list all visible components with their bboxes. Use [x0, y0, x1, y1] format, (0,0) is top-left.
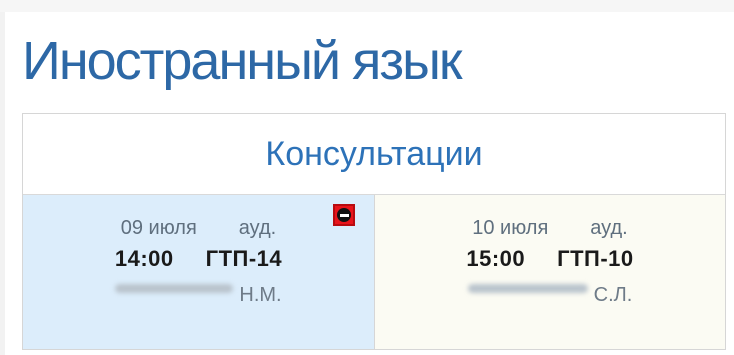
redacted-surname [115, 284, 234, 293]
minus-circle-icon [337, 208, 351, 222]
teacher-initials: Н.М. [239, 284, 282, 306]
teacher-name: Н.М. [115, 284, 282, 307]
page-title: Иностранный язык [22, 31, 463, 91]
consultations-card: Консультации 09 июля ауд. 14:00 ГТП-14 Н… [22, 113, 726, 350]
cancel-consultation-button[interactable] [333, 204, 355, 226]
redacted-surname [467, 284, 588, 293]
background-strip [0, 0, 734, 12]
consultation-time: 15:00 [466, 246, 526, 271]
consultation-slot[interactable]: 10 июля ауд. 15:00 ГТП-10 С.Л. [375, 195, 725, 349]
room-label: ауд. [238, 217, 277, 239]
consultation-date: 10 июля [472, 217, 549, 239]
consultation-room: ГТП-10 [557, 246, 634, 271]
consultation-room: ГТП-14 [205, 246, 283, 271]
consultation-slot[interactable]: 09 июля ауд. 14:00 ГТП-14 Н.М. [23, 195, 375, 349]
card-header-title: Консультации [265, 134, 483, 173]
room-label: ауд. [590, 217, 628, 239]
consultation-date: 09 июля [120, 217, 197, 239]
teacher-initials: С.Л. [593, 284, 633, 306]
teacher-name: С.Л. [467, 284, 633, 307]
card-header: Консультации [23, 114, 725, 195]
consultation-time: 14:00 [114, 246, 174, 271]
